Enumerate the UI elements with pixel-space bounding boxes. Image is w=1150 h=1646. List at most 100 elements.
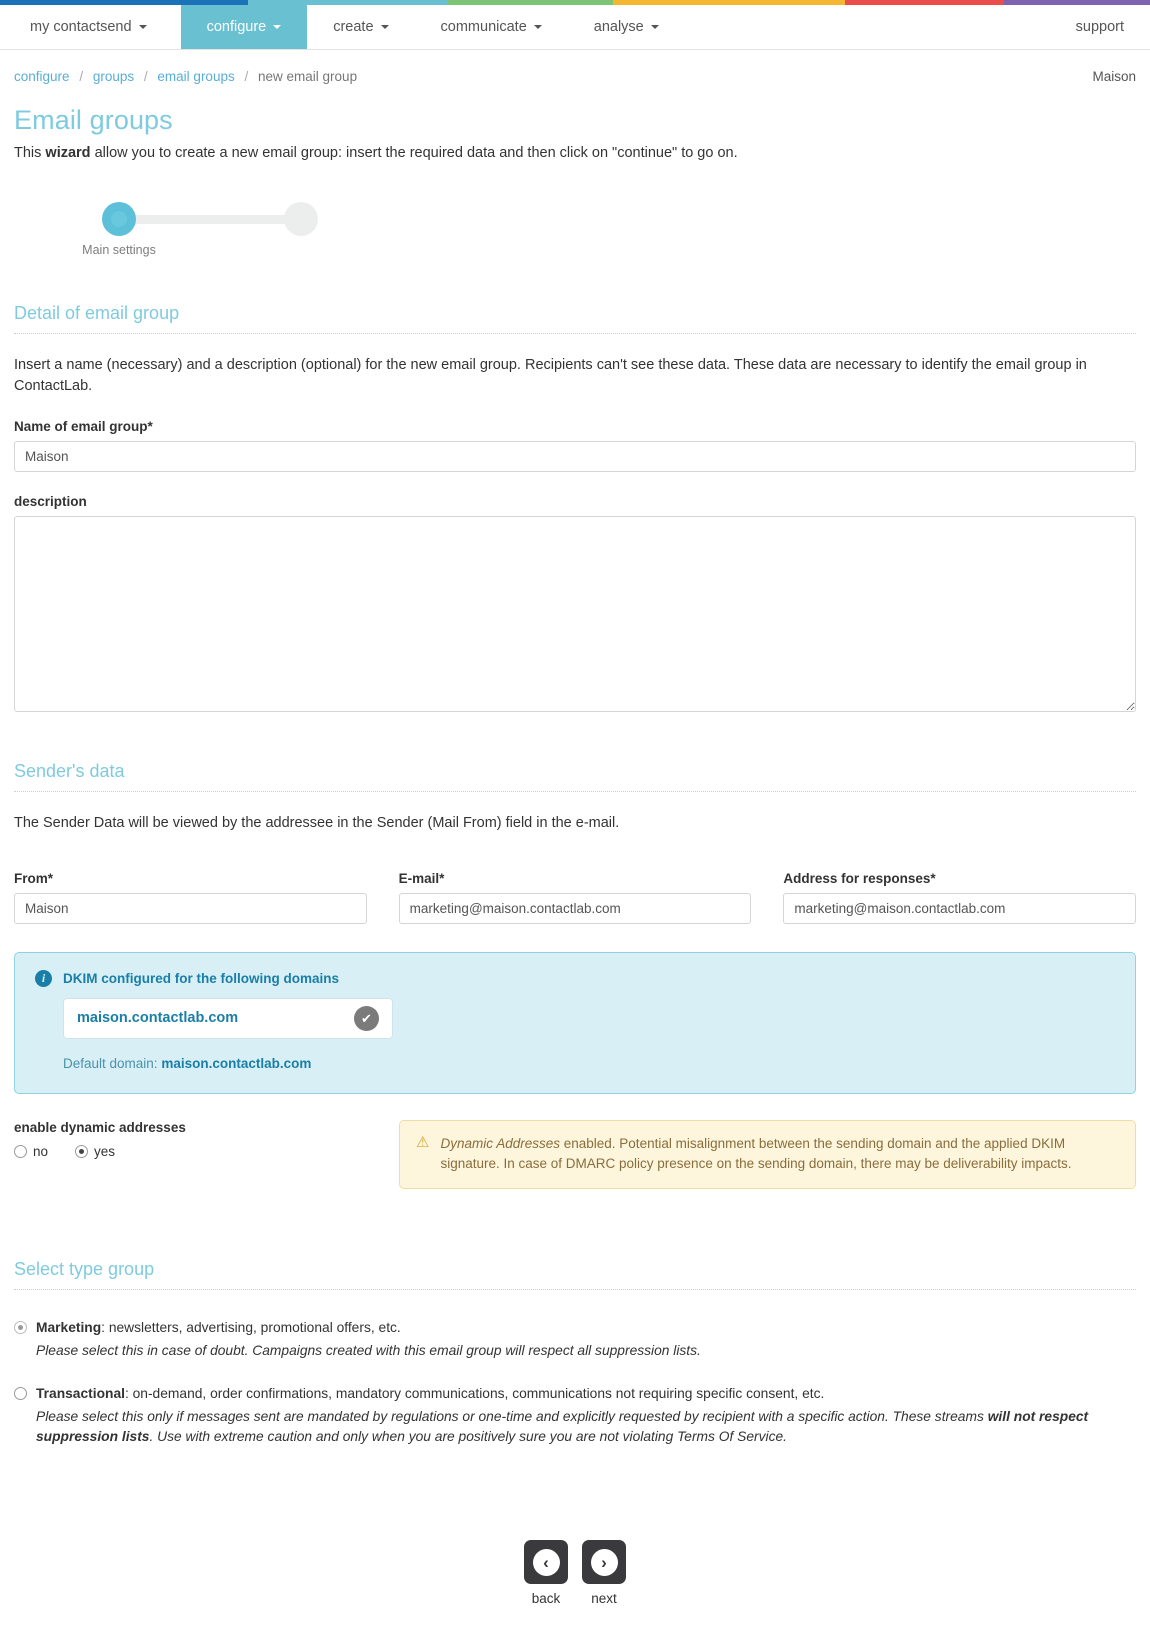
- name-of-email-group-input[interactable]: [14, 441, 1136, 473]
- chevron-left-icon: ‹: [532, 1548, 560, 1576]
- breadcrumb-separator: /: [143, 69, 148, 84]
- dkim-header: i DKIM configured for the following doma…: [35, 969, 1115, 987]
- type-option-marketing-sub1: Please select this in case of doubt. Cam…: [36, 1343, 701, 1359]
- nav-support-label: support: [1075, 19, 1124, 35]
- breadcrumb-separator: /: [79, 69, 84, 84]
- breadcrumb-trail: configure / groups / email groups / new …: [14, 69, 357, 84]
- radio-icon-yes[interactable]: [75, 1144, 89, 1158]
- dynamic-addresses-row: enable dynamic addresses no yes ⚠ Dynami…: [14, 1119, 1136, 1190]
- detail-intro-text: Insert a name (necessary) and a descript…: [14, 357, 1087, 395]
- section-heading-select-type-group: Select type group: [14, 1259, 1136, 1291]
- from-field-group: From*: [14, 849, 367, 924]
- chevron-right-icon: ›: [590, 1548, 618, 1576]
- dkim-default-domain: Default domain: maison.contactlab.com: [63, 1056, 1115, 1071]
- type-option-marketing-main: Marketing: newsletters, advertising, pro…: [14, 1318, 1136, 1338]
- senders-data-intro-text: The Sender Data will be viewed by the ad…: [14, 815, 620, 832]
- warning-triangle-icon: ⚠: [416, 1133, 430, 1151]
- type-option-marketing-desc: : newsletters, advertising, promotional …: [101, 1320, 401, 1336]
- wizard-footer-navigation: ‹ back › next: [14, 1540, 1136, 1646]
- name-of-email-group-label: Name of email group*: [14, 419, 153, 435]
- breadcrumb-item-configure[interactable]: configure: [14, 69, 70, 84]
- description-textarea[interactable]: [14, 516, 1136, 713]
- nav-support[interactable]: support: [1050, 5, 1150, 49]
- nav-create-label: create: [333, 19, 374, 35]
- wizard-progress: Main settings: [14, 197, 1136, 259]
- from-label: From*: [14, 870, 54, 886]
- nav-analyse-label: analyse: [593, 19, 644, 35]
- breadcrumb-item-groups[interactable]: groups: [93, 69, 134, 84]
- radio-icon-transactional[interactable]: [14, 1386, 27, 1400]
- page-description-prefix: This: [14, 145, 46, 161]
- chevron-down-icon: [380, 25, 389, 29]
- type-option-marketing-name: Marketing: [36, 1320, 102, 1336]
- nav-my-contactsend-label: my contactsend: [30, 19, 132, 35]
- back-button-label: back: [531, 1591, 561, 1607]
- breadcrumb: configure / groups / email groups / new …: [14, 50, 1136, 84]
- check-circle-icon[interactable]: ✔: [354, 1005, 379, 1031]
- type-option-transactional[interactable]: Transactional: on-demand, order confirma…: [14, 1384, 1136, 1448]
- chevron-down-icon: [273, 25, 282, 29]
- info-icon: i: [35, 969, 52, 987]
- dkim-info-panel: i DKIM configured for the following doma…: [14, 951, 1136, 1094]
- nav-my-contactsend[interactable]: my contactsend: [0, 5, 181, 49]
- page-title: Email groups: [14, 105, 173, 135]
- next-nav: › next: [582, 1540, 626, 1606]
- nav-communicate-label: communicate: [440, 19, 527, 35]
- address-for-responses-label: Address for responses*: [783, 870, 936, 886]
- type-option-marketing[interactable]: Marketing: newsletters, advertising, pro…: [14, 1318, 1136, 1362]
- warning-emphasis: Dynamic Addresses: [440, 1135, 560, 1151]
- section-detail-of-email-group: Detail of email group Insert a name (nec…: [14, 303, 1136, 717]
- senders-data-fields: From* E-mail* Address for responses*: [14, 849, 1137, 924]
- address-for-responses-input[interactable]: [783, 892, 1137, 924]
- nav-configure[interactable]: configure: [180, 5, 308, 49]
- radio-icon-no[interactable]: [14, 1144, 27, 1158]
- nav-create[interactable]: create: [307, 5, 414, 49]
- radio-icon-marketing[interactable]: [14, 1321, 27, 1335]
- type-option-marketing-subtext: Please select this in case of doubt. Cam…: [36, 1341, 1136, 1362]
- dkim-default-domain-value: maison.contactlab.com: [161, 1055, 312, 1071]
- dkim-domain-card[interactable]: maison.contactlab.com ✔: [63, 997, 393, 1039]
- section-heading-senders-data: Sender's data: [14, 761, 1136, 793]
- wizard-step-1-main-settings[interactable]: [102, 202, 136, 236]
- type-option-transactional-text: Transactional: on-demand, order confirma…: [36, 1384, 824, 1404]
- dkim-default-prefix: Default domain:: [63, 1055, 162, 1071]
- type-option-transactional-name: Transactional: [36, 1385, 125, 1401]
- account-name: Maison: [1092, 69, 1136, 84]
- type-option-transactional-sub1: Please select this only if messages sent…: [36, 1408, 988, 1424]
- dynamic-addresses-radio-group: no yes: [14, 1144, 399, 1159]
- breadcrumb-current: new email group: [258, 69, 358, 84]
- email-field-group: E-mail*: [398, 849, 752, 924]
- chevron-down-icon: [650, 25, 659, 29]
- main-navigation: my contactsend configure create communic…: [0, 5, 1150, 50]
- dynamic-addresses-control: enable dynamic addresses no yes: [14, 1120, 399, 1190]
- type-option-transactional-sub2: . Use with extreme caution and only when…: [149, 1429, 788, 1445]
- dynamic-addresses-label: enable dynamic addresses: [14, 1119, 186, 1135]
- breadcrumb-separator: /: [244, 69, 249, 84]
- dynamic-addresses-warning-text: Dynamic Addresses enabled. Potential mis…: [440, 1134, 1119, 1175]
- from-input[interactable]: [14, 892, 367, 924]
- type-option-transactional-subtext: Please select this only if messages sent…: [36, 1407, 1136, 1448]
- page-description-bold: wizard: [45, 145, 91, 161]
- back-button[interactable]: ‹: [524, 1540, 568, 1585]
- dynamic-addresses-option-no[interactable]: no: [14, 1144, 48, 1159]
- dynamic-addresses-no-label: no: [33, 1143, 49, 1159]
- page-description: This wizard allow you to create a new em…: [14, 145, 1136, 161]
- breadcrumb-item-email-groups[interactable]: email groups: [157, 69, 234, 84]
- description-label: description: [14, 494, 87, 510]
- next-button[interactable]: ›: [582, 1540, 626, 1585]
- wizard-step-2[interactable]: [284, 202, 318, 236]
- next-button-label: next: [591, 1591, 617, 1607]
- dynamic-addresses-warning: ⚠ Dynamic Addresses enabled. Potential m…: [399, 1119, 1136, 1190]
- type-option-transactional-main: Transactional: on-demand, order confirma…: [14, 1384, 1136, 1404]
- dkim-domain-name: maison.contactlab.com: [77, 1010, 239, 1027]
- email-input[interactable]: [398, 892, 752, 924]
- wizard-step-1-label: Main settings: [82, 243, 156, 257]
- section-heading-detail: Detail of email group: [14, 303, 1136, 334]
- dynamic-addresses-yes-label: yes: [94, 1143, 116, 1159]
- type-option-marketing-text: Marketing: newsletters, advertising, pro…: [36, 1318, 401, 1338]
- nav-analyse[interactable]: analyse: [568, 5, 685, 49]
- nav-communicate[interactable]: communicate: [415, 5, 568, 49]
- type-option-transactional-desc: : on-demand, order confirmations, mandat…: [124, 1385, 825, 1401]
- dynamic-addresses-option-yes[interactable]: yes: [75, 1144, 115, 1159]
